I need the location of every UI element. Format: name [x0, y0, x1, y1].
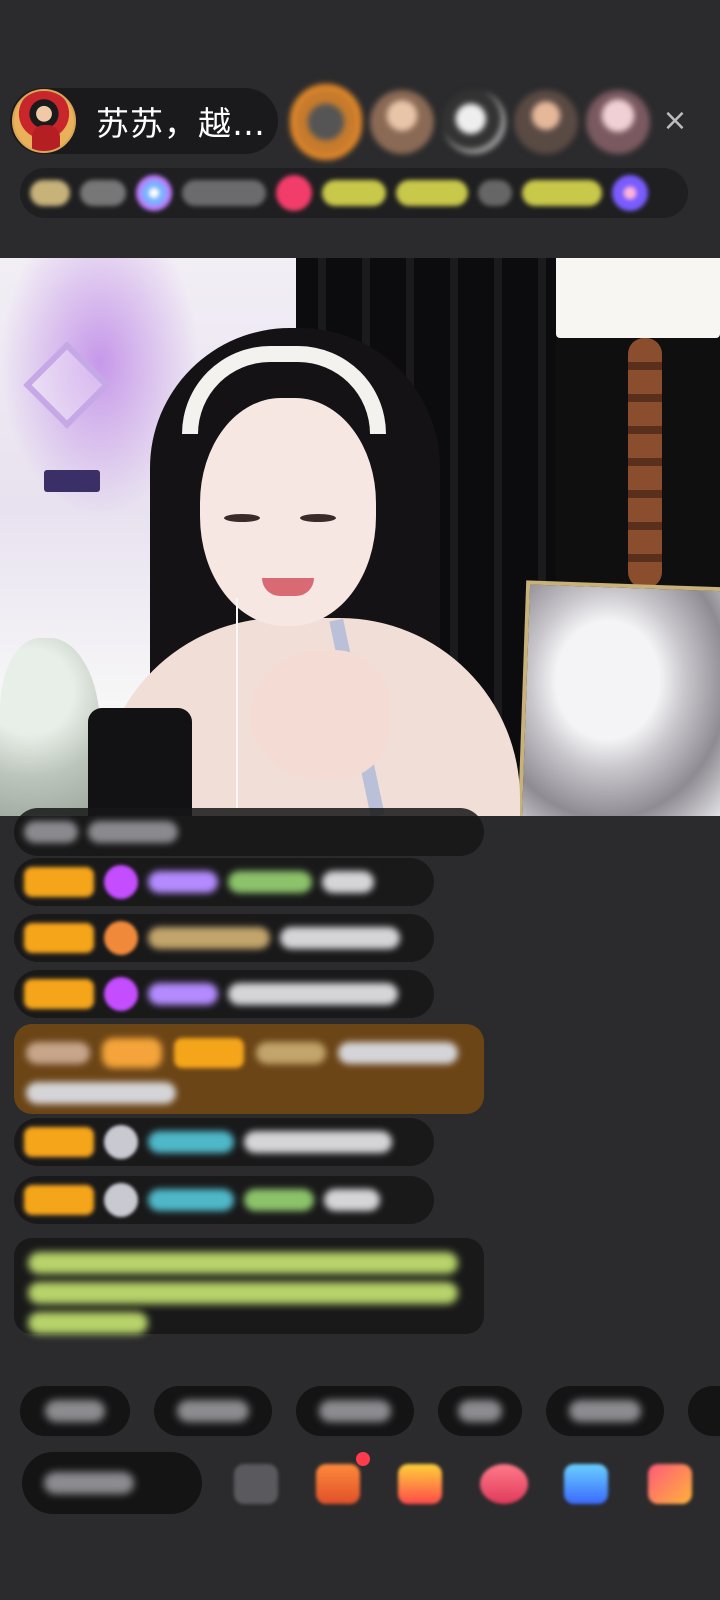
level-badge[interactable]: [24, 923, 94, 953]
emoji-icon[interactable]: [234, 1464, 278, 1504]
badge-icon: [104, 1125, 138, 1159]
chat-message: [14, 970, 434, 1018]
top-viewers-list: [290, 82, 658, 162]
level-badge[interactable]: [24, 867, 94, 897]
gift-banner: [14, 1024, 484, 1114]
rank-badge[interactable]: [322, 180, 386, 206]
badge-icon: [104, 921, 138, 955]
host-info-pill[interactable]: 苏苏，越…: [10, 88, 278, 154]
game-icon[interactable]: [564, 1464, 608, 1504]
live-stream-video[interactable]: [0, 258, 720, 816]
quick-chip[interactable]: [296, 1386, 414, 1436]
grid-icon[interactable]: [648, 1464, 692, 1504]
quick-chip[interactable]: [154, 1386, 272, 1436]
system-notice: [14, 1238, 484, 1334]
quick-chip[interactable]: [688, 1386, 720, 1436]
username[interactable]: [148, 927, 270, 949]
quick-chip[interactable]: [546, 1386, 664, 1436]
level-badge[interactable]: [30, 180, 70, 206]
rank-badge-text-2: [522, 180, 602, 206]
close-icon[interactable]: ×: [658, 104, 692, 138]
rank-badge-text: [396, 180, 468, 206]
chat-message: [14, 808, 484, 856]
viewer-avatar[interactable]: [514, 90, 578, 154]
host-avatar[interactable]: [12, 89, 76, 153]
host-name: 苏苏，越…: [96, 104, 266, 143]
fan-badge-text: [182, 180, 266, 206]
chat-message: [14, 1118, 434, 1166]
microphone: [88, 708, 192, 816]
chat-message: [14, 858, 434, 906]
chat-message: [14, 914, 434, 962]
separator-text: [478, 180, 512, 206]
bottom-toolbar: [0, 1452, 720, 1522]
diamond-icon: [104, 865, 138, 899]
gift-box-icon[interactable]: [316, 1464, 360, 1504]
quick-chip[interactable]: [438, 1386, 522, 1436]
username[interactable]: [148, 983, 218, 1005]
quick-reply-chips: [20, 1386, 720, 1436]
level-badge[interactable]: [24, 1127, 94, 1157]
diamond-icon: [104, 977, 138, 1011]
badge-icon: [104, 1183, 138, 1217]
viewer-avatar[interactable]: [370, 90, 434, 154]
level-text: [80, 180, 126, 206]
notification-dot: [356, 1452, 370, 1466]
username[interactable]: [148, 1189, 234, 1211]
level-badge[interactable]: [24, 1185, 94, 1215]
username[interactable]: [148, 1131, 234, 1153]
level-badge[interactable]: [24, 979, 94, 1009]
badge-strip: [20, 168, 688, 218]
heart-icon[interactable]: [480, 1464, 528, 1504]
chat-message: [14, 1176, 434, 1224]
viewer-avatar[interactable]: [586, 90, 650, 154]
quick-chip[interactable]: [20, 1386, 130, 1436]
hot-badge-icon[interactable]: [276, 175, 312, 211]
comment-input[interactable]: [22, 1452, 202, 1514]
fan-badge-icon[interactable]: [136, 175, 172, 211]
viewer-avatar[interactable]: [290, 84, 362, 160]
treasure-icon[interactable]: [398, 1464, 442, 1504]
gift-badge-icon[interactable]: [612, 175, 648, 211]
viewer-avatar[interactable]: [442, 90, 506, 154]
username[interactable]: [148, 871, 218, 893]
